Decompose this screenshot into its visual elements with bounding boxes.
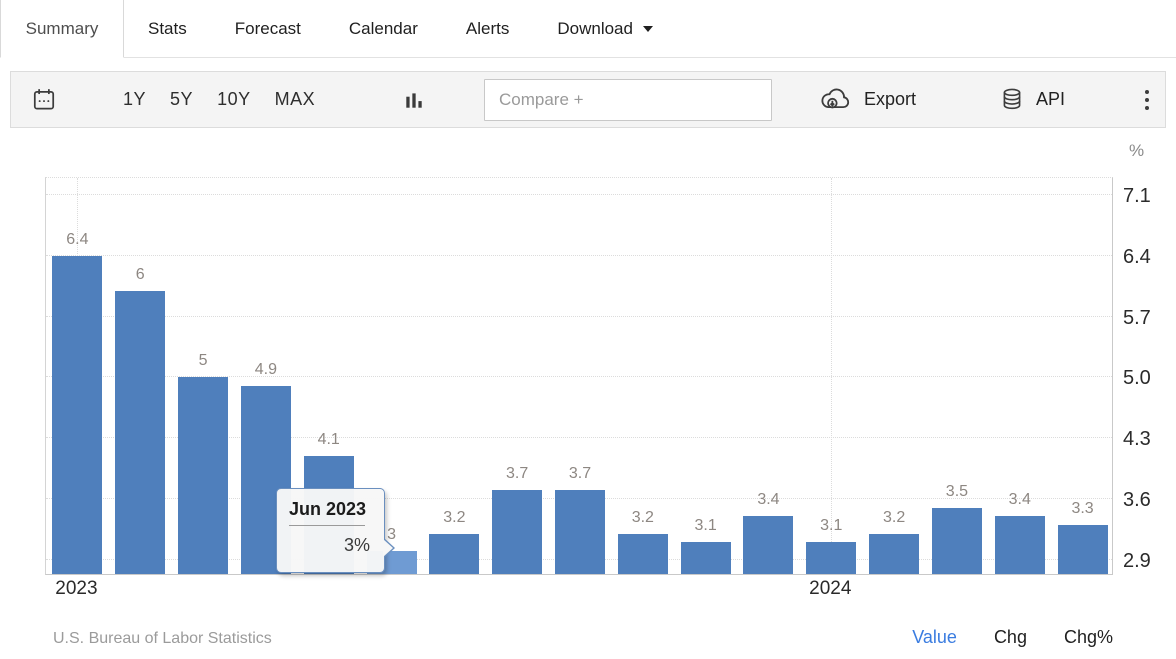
bar-6[interactable]	[115, 291, 165, 574]
gridline	[46, 255, 1112, 256]
bar-value-label: 3.3	[1051, 500, 1114, 518]
bar-3.4[interactable]	[995, 516, 1045, 574]
bar-3.2[interactable]	[869, 534, 919, 574]
data-source-label: U.S. Bureau of Labor Statistics	[53, 630, 272, 648]
bar-value-label: 6.4	[46, 231, 109, 249]
bar-value-label: 3.2	[863, 509, 926, 527]
plot-area: 6.4654.94.133.23.73.73.23.13.43.13.23.53…	[45, 177, 1113, 575]
tab-summary[interactable]: Summary	[0, 0, 124, 58]
bar-value-label: 6	[109, 266, 172, 284]
range-button-max[interactable]: MAX	[275, 89, 316, 110]
api-label: API	[1036, 89, 1065, 110]
bar-value-label: 3.7	[549, 465, 612, 483]
bar-3.1[interactable]	[806, 542, 856, 574]
tab-label: Alerts	[466, 19, 509, 39]
mode-link-value[interactable]: Value	[912, 627, 957, 648]
tooltip-value: 3%	[277, 526, 384, 556]
year-gridline	[831, 178, 832, 574]
column-chart-icon	[403, 89, 425, 111]
tab-label: Summary	[26, 19, 99, 39]
chart-page: Summary Stats Forecast Calendar Alerts Downlo…	[0, 0, 1176, 659]
compare-field-wrap	[484, 72, 772, 127]
series-mode-switch: Value Chg Chg%	[912, 627, 1113, 648]
tooltip-title: Jun 2023	[277, 489, 384, 525]
y-tick-label: 5.0	[1123, 367, 1173, 389]
bar-value-label: 4.9	[234, 361, 297, 379]
chart-type-button[interactable]	[403, 72, 425, 127]
bar-3.7[interactable]	[492, 490, 542, 574]
gridline	[46, 194, 1112, 195]
bar-3.7[interactable]	[555, 490, 605, 574]
bar-value-label: 3.2	[423, 509, 486, 527]
bar-value-label: 5	[172, 352, 235, 370]
bar-3.5[interactable]	[932, 508, 982, 574]
bar-value-label: 3.1	[674, 517, 737, 535]
cloud-download-icon	[819, 87, 853, 113]
bar-value-label: 3.7	[486, 465, 549, 483]
range-buttons: 1Y 5Y 10Y MAX	[123, 72, 315, 127]
range-button-10y[interactable]: 10Y	[217, 89, 251, 110]
mode-link-chgpct[interactable]: Chg%	[1064, 627, 1113, 648]
kebab-menu-icon[interactable]	[1136, 72, 1158, 127]
calendar-icon	[31, 87, 57, 113]
y-tick-label: 6.4	[1123, 246, 1173, 268]
y-tick-label: 3.6	[1123, 489, 1173, 511]
mode-link-chg[interactable]: Chg	[994, 627, 1027, 648]
bar-value-label: 4.1	[297, 431, 360, 449]
bar-5[interactable]	[178, 377, 228, 574]
year-label: 2024	[795, 578, 865, 602]
tab-bar: Summary Stats Forecast Calendar Alerts Downlo…	[0, 0, 1176, 58]
bar-value-label: 3.5	[926, 483, 989, 501]
y-tick-label: 7.1	[1123, 185, 1173, 207]
compare-input[interactable]	[484, 79, 772, 121]
y-tick-label: 2.9	[1123, 550, 1173, 572]
y-axis-unit: %	[1129, 141, 1144, 161]
database-icon	[999, 86, 1025, 114]
tab-label: Download	[557, 19, 633, 39]
bar-3.1[interactable]	[681, 542, 731, 574]
date-range-button[interactable]	[31, 72, 57, 127]
bar-value-label: 3.2	[611, 509, 674, 527]
caret-down-icon	[643, 26, 653, 32]
tab-alerts[interactable]: Alerts	[442, 0, 533, 57]
export-button[interactable]: Export	[819, 72, 916, 127]
tab-download[interactable]: Download	[533, 0, 677, 57]
year-label: 2023	[41, 578, 111, 602]
tab-label: Stats	[148, 19, 187, 39]
y-tick-label: 5.7	[1123, 307, 1173, 329]
gridline	[46, 316, 1112, 317]
bar-value-label: 3.4	[988, 491, 1051, 509]
bar-3.3[interactable]	[1058, 525, 1108, 574]
bar-3.2[interactable]	[618, 534, 668, 574]
tab-label: Calendar	[349, 19, 418, 39]
bar-value-label: 3.1	[800, 517, 863, 535]
chart-tooltip: Jun 2023 3%	[276, 488, 385, 573]
tab-forecast[interactable]: Forecast	[211, 0, 325, 57]
chart-toolbar: 1Y 5Y 10Y MAX Export	[10, 71, 1166, 128]
bar-6.4[interactable]	[52, 256, 102, 574]
range-button-5y[interactable]: 5Y	[170, 89, 193, 110]
export-label: Export	[864, 89, 916, 110]
bar-value-label: 3.4	[737, 491, 800, 509]
bar-3.2[interactable]	[429, 534, 479, 574]
tab-label: Forecast	[235, 19, 301, 39]
api-button[interactable]: API	[999, 72, 1065, 127]
y-tick-label: 4.3	[1123, 428, 1173, 450]
bar-3.4[interactable]	[743, 516, 793, 574]
tab-calendar[interactable]: Calendar	[325, 0, 442, 57]
range-button-1y[interactable]: 1Y	[123, 89, 146, 110]
tab-stats[interactable]: Stats	[124, 0, 211, 57]
